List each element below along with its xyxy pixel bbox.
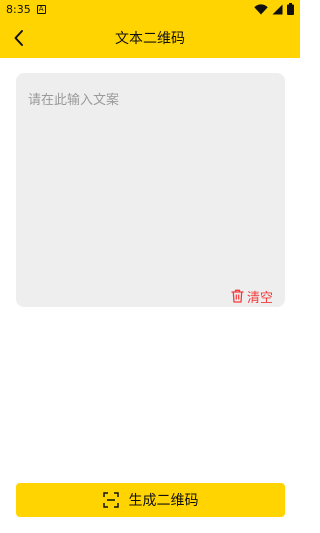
chevron-left-icon xyxy=(14,30,23,46)
app-bar: 文本二维码 xyxy=(0,18,300,58)
generate-label: 生成二维码 xyxy=(128,493,199,509)
back-button[interactable] xyxy=(8,26,30,50)
scan-icon xyxy=(102,492,119,508)
clear-button[interactable]: 清空 xyxy=(231,287,273,306)
status-left: 8:35 A xyxy=(6,3,46,16)
trash-icon xyxy=(231,289,244,303)
text-input-card: 清空 xyxy=(16,73,285,307)
clear-label: 清空 xyxy=(246,290,273,306)
battery-icon xyxy=(287,3,294,15)
wifi-icon xyxy=(254,3,268,14)
status-time: 8:35 xyxy=(6,2,31,16)
page-title: 文本二维码 xyxy=(115,31,185,47)
text-input[interactable] xyxy=(16,73,285,273)
signal-icon xyxy=(272,4,283,14)
status-bar: 8:35 A xyxy=(0,0,300,18)
notification-icon: A xyxy=(36,4,46,14)
generate-qr-button[interactable]: 生成二维码 xyxy=(16,483,285,517)
status-icons xyxy=(254,3,294,15)
